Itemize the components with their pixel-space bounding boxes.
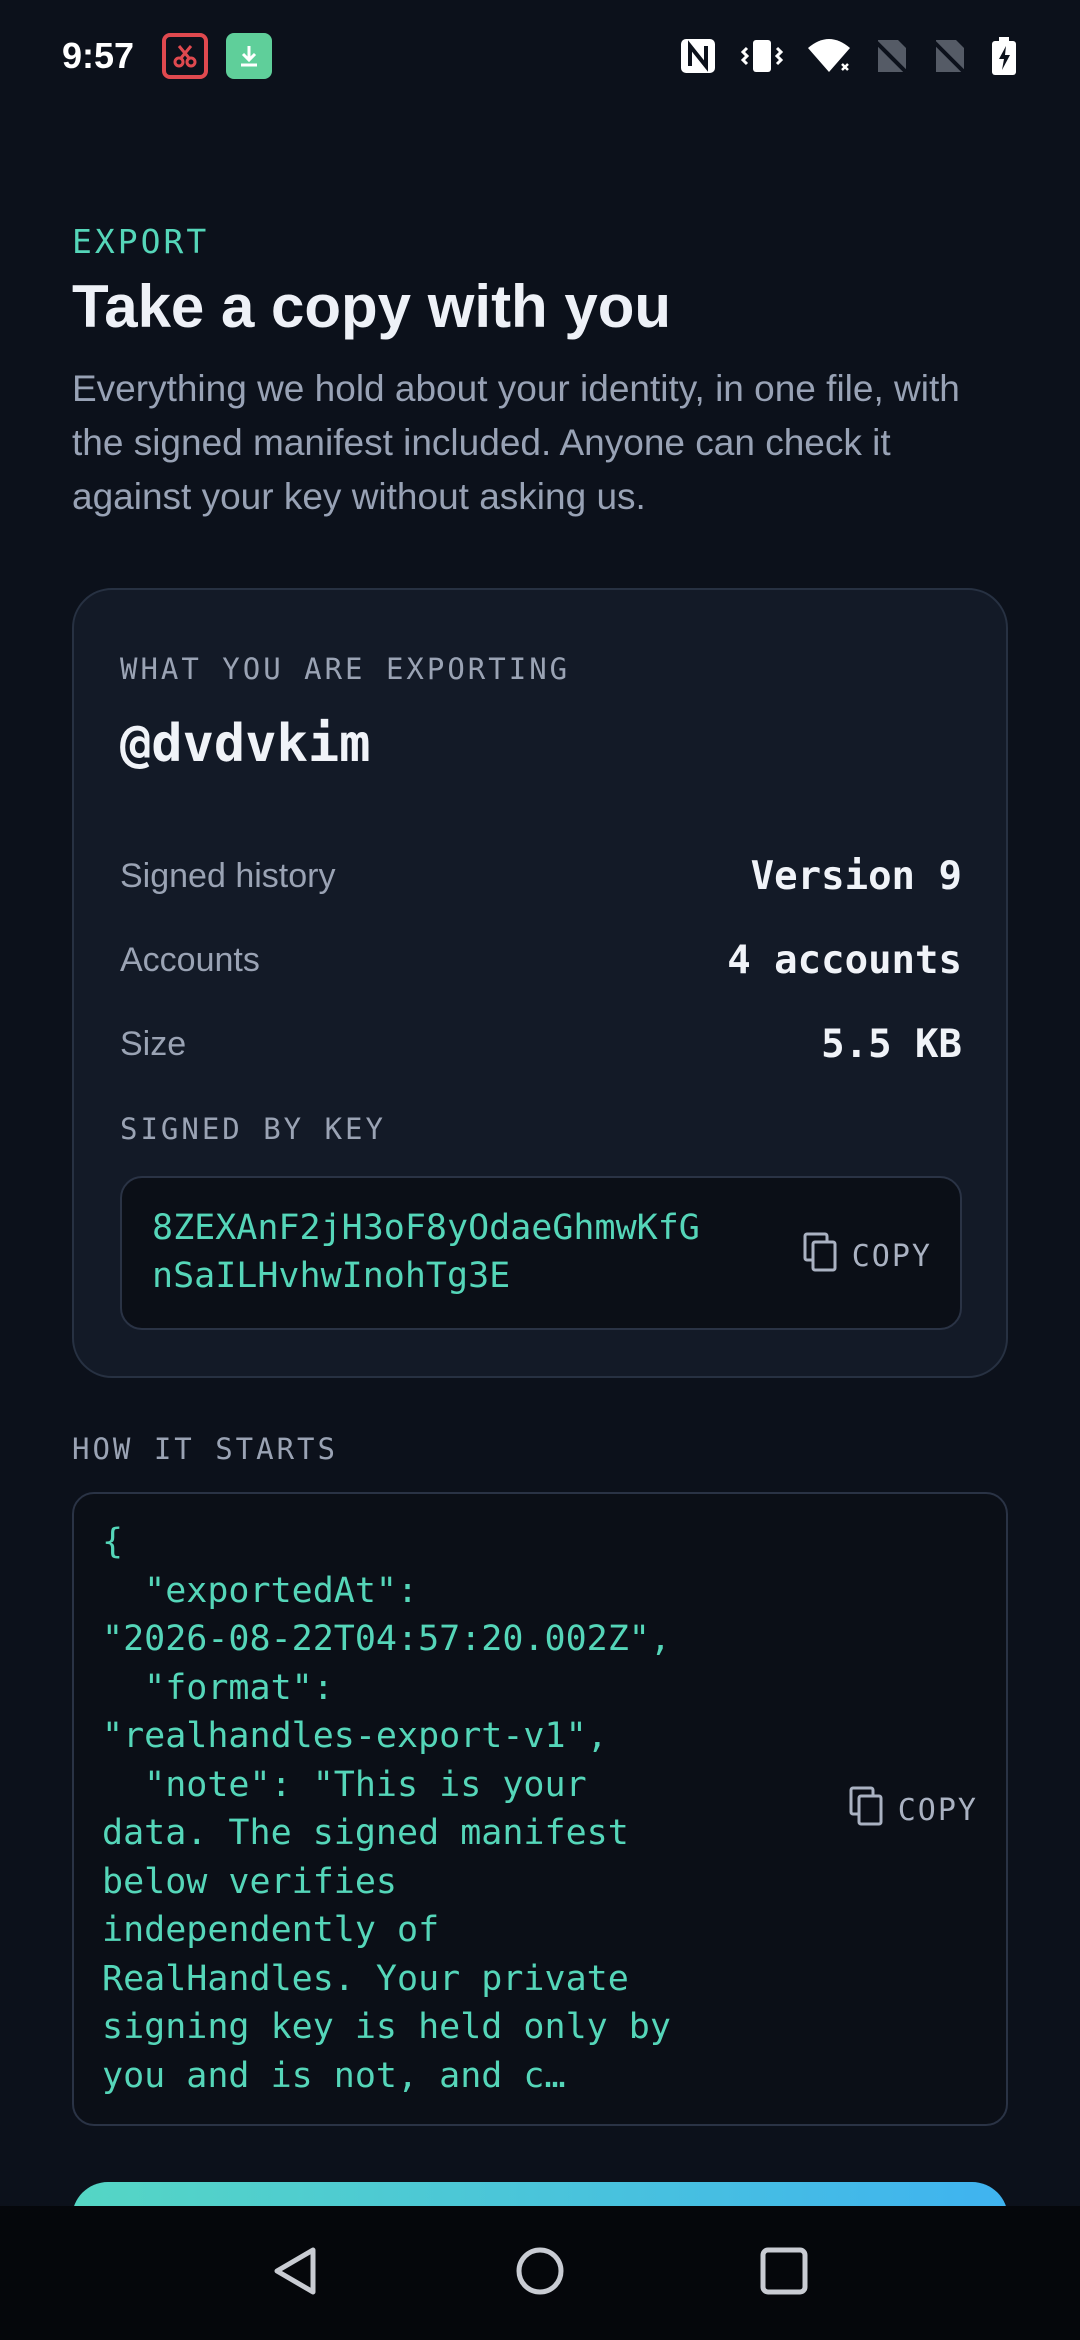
summary-row-key: Signed history — [120, 857, 336, 895]
summary-row-value: 5.5 KB — [821, 1022, 962, 1067]
screenshot-icon — [162, 33, 209, 79]
battery-charging-icon — [990, 36, 1018, 76]
download-icon — [226, 33, 273, 79]
status-right-icons — [678, 36, 1018, 76]
summary-row-value: Version 9 — [750, 854, 962, 899]
signing-key-value: 8ZEXAnF2jH3oF8yOdaeGhmwKfGnSaILHvhwInohT… — [152, 1208, 700, 1296]
copy-icon — [802, 1232, 838, 1280]
card-label: WHAT YOU ARE EXPORTING — [120, 652, 571, 686]
wifi-icon — [806, 36, 852, 76]
status-left-icons — [162, 33, 273, 79]
copy-key-button[interactable]: COPY — [802, 1232, 932, 1280]
preview-section-label: HOW IT STARTS — [72, 1432, 338, 1466]
home-icon[interactable] — [513, 2244, 567, 2303]
summary-row-size: Size 5.5 KB — [120, 1022, 962, 1067]
page-title: Take a copy with you — [72, 273, 672, 340]
no-sim-icon — [874, 36, 910, 76]
signing-key-box: 8ZEXAnF2jH3oF8yOdaeGhmwKfGnSaILHvhwInohT… — [120, 1176, 962, 1330]
signed-by-label: SIGNED BY KEY — [120, 1112, 386, 1146]
export-summary-card: WHAT YOU ARE EXPORTING @dvdvkim Signed h… — [72, 588, 1008, 1378]
nfc-icon — [678, 36, 718, 76]
summary-row-accounts: Accounts 4 accounts — [120, 938, 962, 983]
copy-preview-button[interactable]: COPY — [848, 1786, 978, 1834]
no-sim-icon — [932, 36, 968, 76]
handle-value: @dvdvkim — [120, 714, 371, 774]
recents-icon[interactable] — [757, 2244, 811, 2303]
vibrate-icon — [740, 36, 784, 76]
status-time: 9:57 — [62, 35, 135, 76]
copy-preview-label: COPY — [897, 1792, 978, 1828]
export-preview-code: { "exportedAt": "2026-08-22T04:57:20.002… — [102, 1522, 671, 2096]
page-description: Everything we hold about your identity, … — [72, 368, 960, 517]
back-icon[interactable] — [269, 2244, 323, 2303]
system-navigation-bar — [0, 2206, 1080, 2340]
summary-row-key: Accounts — [120, 941, 260, 979]
summary-row-key: Size — [120, 1025, 187, 1063]
export-preview-box: { "exportedAt": "2026-08-22T04:57:20.002… — [72, 1492, 1008, 2126]
summary-row-signed-history: Signed history Version 9 — [120, 854, 962, 899]
status-bar: 9:57 — [0, 0, 1080, 112]
copy-icon — [848, 1786, 884, 1834]
copy-key-label: COPY — [851, 1238, 932, 1274]
summary-row-value: 4 accounts — [727, 938, 962, 983]
eyebrow-label: EXPORT — [72, 222, 210, 261]
